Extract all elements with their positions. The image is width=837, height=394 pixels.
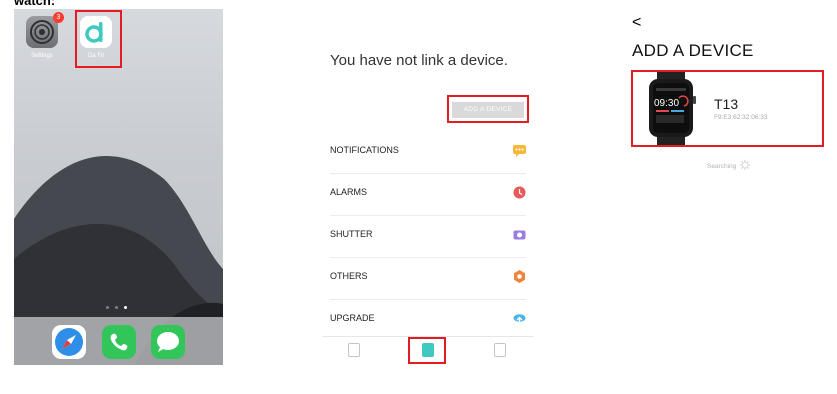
clock-icon <box>513 186 526 199</box>
cloud-upload-icon <box>513 314 526 324</box>
searching-label: Searching <box>707 163 737 170</box>
home-screen: 3 Settings Da Fit <box>14 9 223 365</box>
menu-item-upgrade[interactable]: UPGRADE <box>330 299 526 341</box>
dafit-highlight-box <box>75 10 122 68</box>
menu-item-label: SHUTTER <box>330 229 373 239</box>
cropped-heading: watch: <box>14 0 56 8</box>
phone-icon <box>110 333 128 351</box>
tab-home-icon[interactable] <box>348 343 360 357</box>
menu-item-label: NOTIFICATIONS <box>330 145 399 155</box>
menu-item-label: ALARMS <box>330 187 368 197</box>
device-screen: You have not link a device. ADD A DEVICE… <box>322 0 534 365</box>
dock <box>14 317 223 365</box>
searching-status: Searching <box>707 160 751 170</box>
page-dot-active <box>124 306 127 309</box>
menu-item-label: UPGRADE <box>330 313 375 323</box>
settings-label: Settings <box>31 53 53 59</box>
device-highlight-box <box>631 70 824 147</box>
device-tab-highlight-box <box>408 337 446 364</box>
add-device-title: ADD A DEVICE <box>632 41 754 60</box>
page-dot <box>115 306 118 309</box>
menu-item-notifications[interactable]: NOTIFICATIONS <box>330 131 526 174</box>
spinner-icon <box>740 160 751 170</box>
add-device-screen: < ADD A DEVICE 09:30 T13 F9:E3:62:32:06:… <box>620 0 837 200</box>
phone-app-icon[interactable] <box>102 325 136 359</box>
menu-item-others[interactable]: OTHERS <box>330 257 526 300</box>
menu-item-shutter[interactable]: SHUTTER <box>330 215 526 258</box>
messages-app-icon[interactable] <box>151 325 185 359</box>
compass-icon <box>55 328 83 356</box>
chat-icon <box>513 145 526 157</box>
page-dot <box>106 306 109 309</box>
menu-item-label: OTHERS <box>330 271 368 281</box>
gear-icon <box>514 270 525 283</box>
back-button[interactable]: < <box>632 14 641 32</box>
menu-item-alarms[interactable]: ALARMS <box>330 173 526 216</box>
no-device-title: You have not link a device. <box>330 52 508 69</box>
tab-profile-icon[interactable] <box>494 343 506 357</box>
safari-app-icon[interactable] <box>52 325 86 359</box>
add-device-highlight-box <box>447 95 529 123</box>
message-bubble-icon <box>157 332 179 352</box>
camera-icon <box>513 230 526 240</box>
notification-badge: 3 <box>53 12 64 23</box>
